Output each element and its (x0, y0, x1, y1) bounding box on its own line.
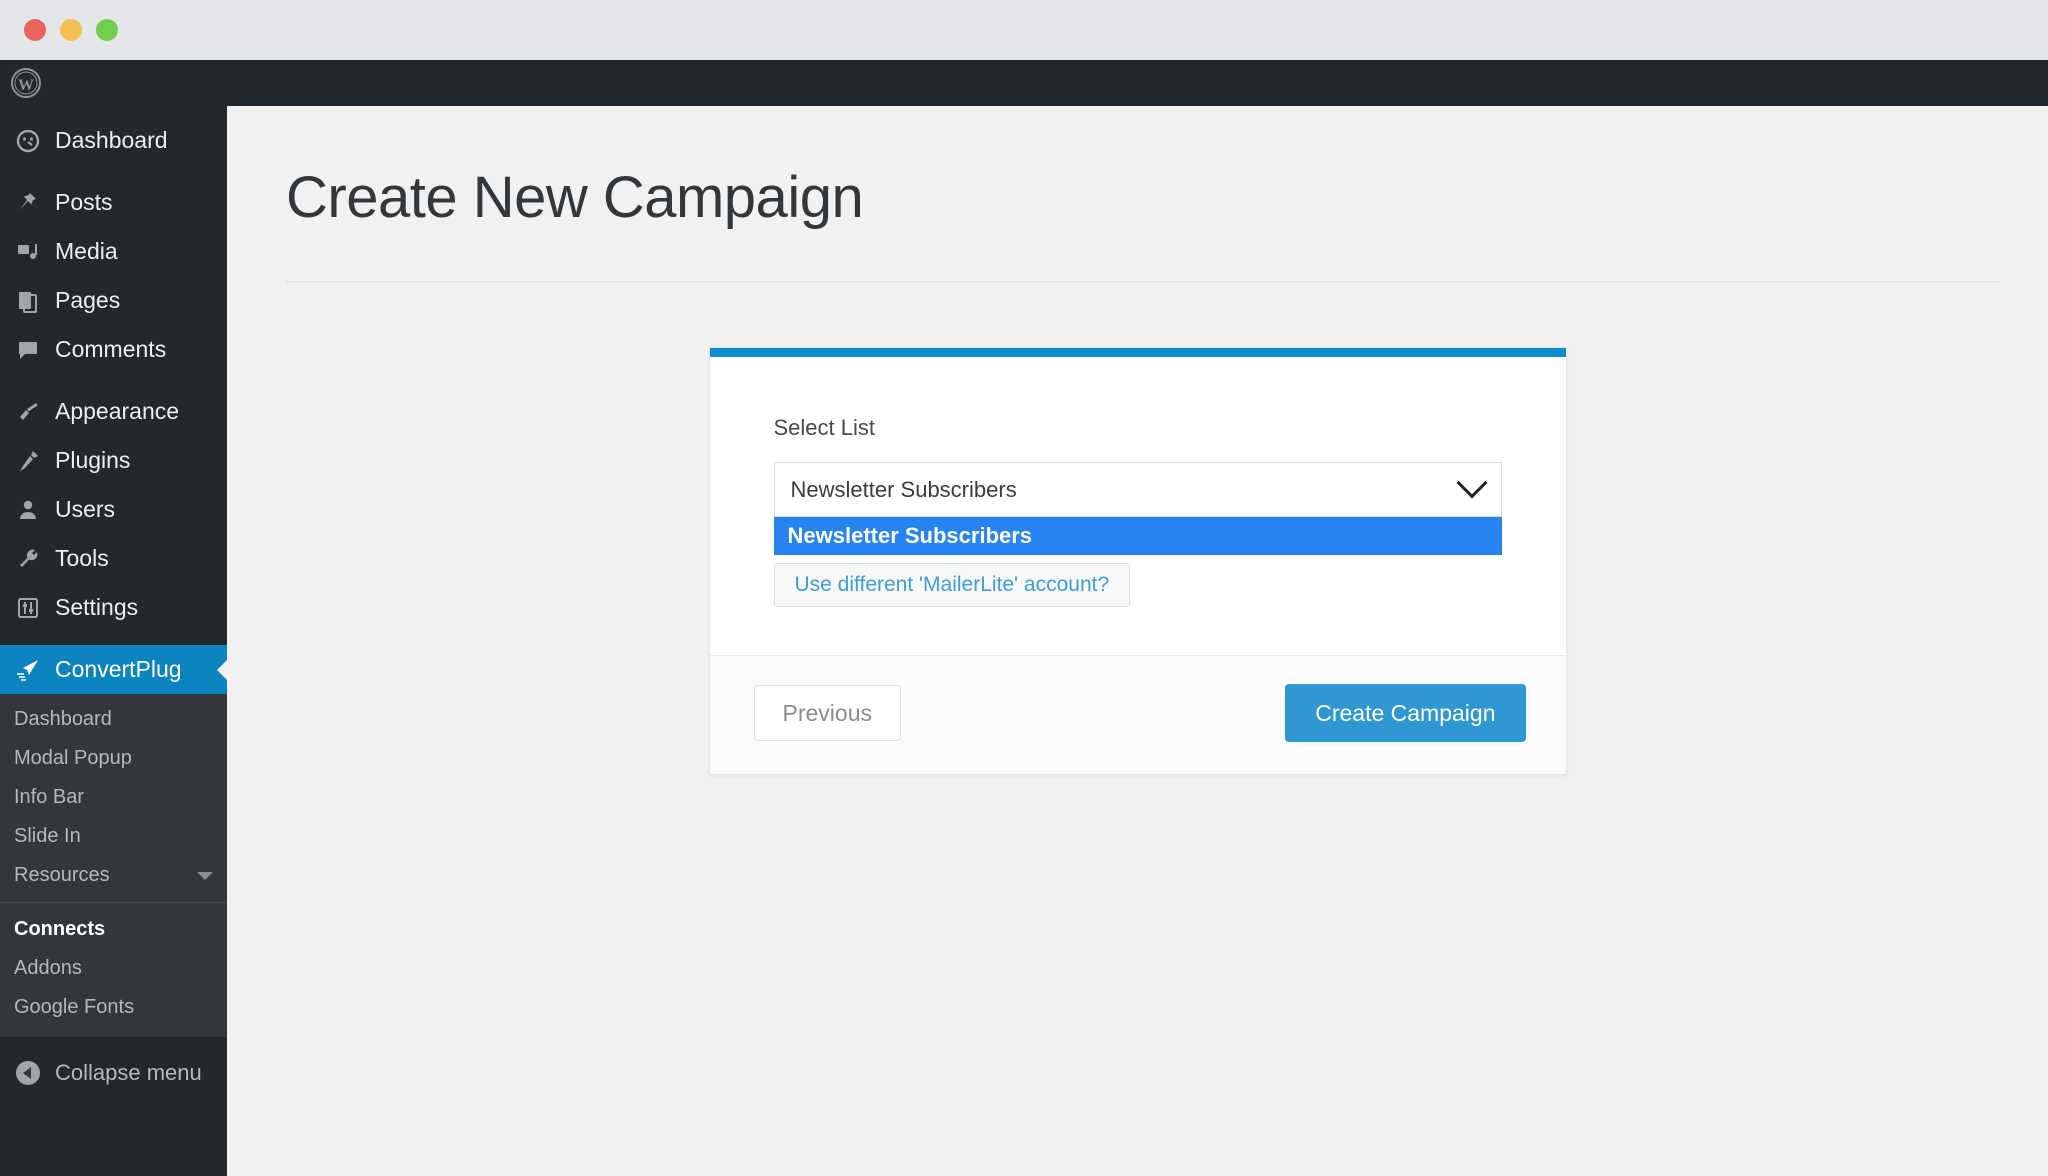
sidebar-item-convertplug[interactable]: ConvertPlug (0, 645, 228, 694)
chevron-down-icon (197, 871, 213, 880)
use-different-account-button[interactable]: Use different 'MailerLite' account? (773, 563, 1131, 607)
submenu-item-label: Dashboard (14, 708, 112, 730)
minimize-window-button[interactable] (60, 19, 82, 41)
sidebar-item-label: Pages (55, 287, 121, 313)
close-window-button[interactable] (24, 19, 46, 41)
submenu-item-label: Slide In (14, 825, 81, 847)
submenu-item-label: Modal Popup (14, 747, 132, 769)
submenu-item-connects[interactable]: Connects (0, 910, 227, 949)
sidebar-item-label: Posts (55, 189, 113, 215)
convertplug-icon (10, 657, 46, 683)
select-list-label: Select List (773, 415, 876, 440)
main-content: Create New Campaign Select List Newslett… (227, 106, 2048, 1176)
sidebar-item-settings[interactable]: Settings (0, 583, 227, 632)
sidebar-item-users[interactable]: Users (0, 485, 227, 534)
submenu-item-dashboard[interactable]: Dashboard (0, 700, 227, 739)
submenu-item-google-fonts[interactable]: Google Fonts (0, 988, 227, 1027)
use-different-account-label: Use different 'MailerLite' account? (794, 573, 1110, 596)
sidebar-separator (0, 632, 227, 645)
collapse-menu-label: Collapse menu (55, 1060, 202, 1085)
option-newsletter-subscribers[interactable]: Newsletter Subscribers (773, 517, 1502, 555)
card-container: Select List Newsletter Subscribers Newsl… (227, 283, 2048, 775)
sidebar-item-tools[interactable]: Tools (0, 534, 227, 583)
sidebar-separator (0, 374, 227, 387)
select-list-input[interactable]: Newsletter Subscribers (773, 462, 1502, 517)
submenu-item-label: Resources (14, 864, 110, 886)
sidebar-item-posts[interactable]: Posts (0, 178, 227, 227)
comment-icon (10, 338, 46, 362)
sidebar-item-media[interactable]: Media (0, 227, 227, 276)
user-icon (10, 498, 46, 522)
media-icon (10, 240, 46, 264)
submenu-item-label: Google Fonts (14, 996, 135, 1018)
card-body: Select List Newsletter Subscribers Newsl… (710, 357, 1566, 655)
sidebar-item-label: Plugins (55, 447, 131, 473)
pages-icon (10, 289, 46, 313)
chevron-down-icon[interactable] (1455, 466, 1488, 498)
submenu-item-slide-in[interactable]: Slide In (0, 817, 227, 856)
submenu-item-modal-popup[interactable]: Modal Popup (0, 739, 227, 778)
submenu-divider (0, 902, 227, 903)
sidebar-item-label: Settings (55, 594, 139, 620)
admin-shell: Dashboard Posts Media Pages Comments App… (0, 106, 2048, 1176)
card-accent-bar (709, 348, 1566, 357)
select-list-value: Newsletter Subscribers (790, 476, 1017, 502)
sidebar-item-pages[interactable]: Pages (0, 276, 227, 325)
svg-text:W: W (18, 77, 34, 94)
submenu-item-info-bar[interactable]: Info Bar (0, 778, 227, 817)
sidebar-item-comments[interactable]: Comments (0, 325, 227, 374)
sidebar-item-dashboard[interactable]: Dashboard (0, 116, 227, 165)
submenu-item-addons[interactable]: Addons (0, 949, 227, 988)
sidebar-item-label: Comments (55, 336, 167, 362)
wrench-icon (10, 547, 46, 571)
collapse-arrow-icon (10, 1061, 46, 1085)
sidebar-item-appearance[interactable]: Appearance (0, 387, 227, 436)
submenu-item-label: Addons (14, 957, 82, 979)
plugin-icon (10, 449, 46, 473)
sidebar-item-label: Dashboard (55, 127, 168, 153)
card-footer: Previous Create Campaign (709, 655, 1566, 774)
submenu-item-label: Info Bar (14, 786, 85, 808)
campaign-card: Select List Newsletter Subscribers Newsl… (708, 347, 1567, 775)
submenu-item-label: Connects (14, 918, 106, 940)
sidebar-item-label: Tools (55, 545, 109, 571)
page-title: Create New Campaign (286, 165, 864, 230)
window-titlebar (0, 0, 2048, 60)
select-list-stack: Newsletter Subscribers Newsletter Subscr… (773, 462, 1502, 607)
brush-icon (10, 400, 46, 424)
sidebar-separator (0, 165, 227, 178)
pin-icon (10, 191, 46, 215)
convertplug-submenu: Dashboard Modal Popup Info Bar Slide In … (0, 694, 227, 1037)
sidebar-item-label: Users (55, 496, 116, 522)
wordpress-logo-icon[interactable]: W (10, 67, 42, 99)
wordpress-admin-bar: W (0, 60, 2048, 106)
sliders-icon (10, 596, 46, 620)
previous-button[interactable]: Previous (753, 685, 901, 741)
sidebar-item-label: Media (55, 238, 118, 264)
submenu-item-resources[interactable]: Resources (0, 856, 227, 895)
collapse-menu-button[interactable]: Collapse menu (0, 1047, 227, 1099)
admin-sidebar: Dashboard Posts Media Pages Comments App… (0, 106, 228, 1176)
zoom-window-button[interactable] (96, 19, 118, 41)
create-campaign-button[interactable]: Create Campaign (1285, 684, 1526, 742)
option-label: Newsletter Subscribers (787, 523, 1033, 548)
sidebar-item-plugins[interactable]: Plugins (0, 436, 227, 485)
sidebar-item-label: Appearance (55, 398, 180, 424)
select-list-options: Newsletter Subscribers (773, 517, 1502, 555)
sidebar-item-label: ConvertPlug (55, 656, 182, 682)
dashboard-icon (10, 129, 46, 153)
